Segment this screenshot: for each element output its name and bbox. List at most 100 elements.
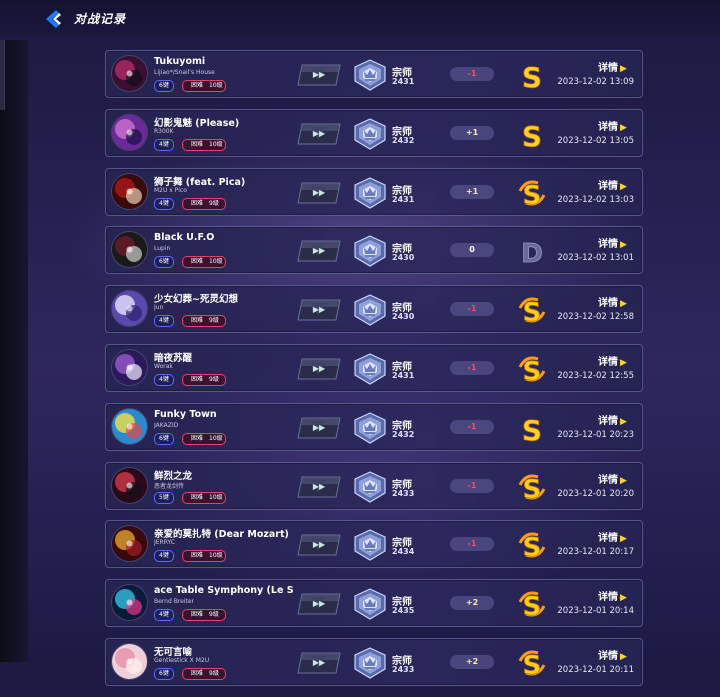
replay-button[interactable]: ▶▶ bbox=[296, 356, 342, 382]
song-artist: Worak bbox=[154, 362, 173, 370]
battle-record-row[interactable]: 狮子舞 (feat. Pica) M2U x Pico 4键 困难 9级 ▶▶ 宗师 2431… bbox=[105, 167, 643, 216]
battle-record-row[interactable]: Funky Town JAKAZID 6键 困难 10级 ▶▶ 宗师 2432 -1 S 详情 ▶ 20… bbox=[105, 402, 643, 451]
play-badge-icon: ▶▶ bbox=[296, 476, 342, 504]
svg-text:S: S bbox=[522, 61, 542, 91]
score-change-badge: -1 bbox=[450, 419, 494, 434]
rank-score: 2433 bbox=[392, 488, 415, 498]
detail-link[interactable]: 详情 ▶ bbox=[598, 529, 627, 544]
song-cover-image bbox=[112, 173, 147, 209]
battle-record-row[interactable]: Black U.F.O Lupin 6键 困难 10级 ▶▶ 宗师 2430 0 D 详情 ▶ 2023… bbox=[105, 226, 643, 275]
match-datetime: 2023-12-01 20:23 bbox=[557, 429, 634, 440]
detail-link[interactable]: 详情 ▶ bbox=[598, 588, 627, 603]
replay-button[interactable]: ▶▶ bbox=[296, 532, 342, 558]
side-panel-edge bbox=[0, 40, 5, 110]
replay-button[interactable]: ▶▶ bbox=[296, 121, 342, 147]
svg-text:S: S bbox=[523, 357, 542, 385]
detail-link[interactable]: 详情 ▶ bbox=[598, 235, 627, 250]
song-artist: Lupin bbox=[154, 245, 171, 253]
difficulty-name: 困难 bbox=[191, 611, 204, 619]
svg-text:S: S bbox=[522, 120, 542, 150]
match-datetime: 2023-12-02 13:09 bbox=[557, 77, 634, 87]
replay-button[interactable]: ▶▶ bbox=[296, 62, 342, 88]
detail-label: 详情 bbox=[598, 239, 618, 251]
detail-link[interactable]: 详情 ▶ bbox=[598, 294, 627, 309]
song-cover-image bbox=[112, 526, 147, 562]
rank-score: 2432 bbox=[392, 135, 415, 145]
detail-label: 详情 bbox=[598, 356, 618, 368]
battle-record-row[interactable]: 幻影鬼魅 (Please) R300K 4键 困难 10级 ▶▶ 宗师 2432 +1 S 详情 ▶ 2… bbox=[105, 108, 643, 157]
song-artist: JERRYC bbox=[154, 539, 176, 547]
difficulty-badge: 困难 10级 bbox=[182, 491, 226, 504]
rank-score: 2431 bbox=[392, 370, 415, 380]
svg-text:S: S bbox=[523, 533, 542, 561]
page-title: 对战记录 bbox=[74, 12, 127, 26]
rank-score: 2434 bbox=[392, 547, 415, 557]
replay-button[interactable]: ▶▶ bbox=[296, 591, 342, 617]
rank-shield-icon bbox=[352, 470, 388, 503]
battle-record-row[interactable]: 暗夜苏醒 Worak 4键 困难 9级 ▶▶ 宗师 2431 -1 S 详情 ▶ 2023-12-02 … bbox=[105, 343, 643, 392]
battle-record-row[interactable]: 鲜烈之龙 恶者龙剑传 5键 困难 10级 ▶▶ 宗师 2433 -1 S 详情 ▶ 2023-12-01… bbox=[105, 461, 643, 510]
detail-link[interactable]: 详情 ▶ bbox=[598, 353, 627, 368]
song-title: 幻影鬼魅 (Please) bbox=[154, 117, 240, 129]
play-arrow-icon: ▶ bbox=[620, 357, 627, 368]
key-mode-badge: 6键 bbox=[154, 432, 174, 445]
battle-record-row[interactable]: Tukuyomi Lijiao*/Snail's House 6键 困难 10级 ▶▶ 宗师… bbox=[105, 50, 643, 98]
battle-record-row[interactable]: ace Table Symphony (Le Shuuk ReBernd Bre… bbox=[105, 579, 643, 628]
detail-link[interactable]: 详情 ▶ bbox=[598, 647, 627, 662]
play-badge-icon: ▶▶ bbox=[296, 593, 342, 621]
difficulty-name: 困难 bbox=[191, 375, 204, 383]
key-mode-badge: 6键 bbox=[154, 256, 174, 269]
song-cover-image bbox=[112, 114, 147, 150]
battle-record-row[interactable]: 亲爱的莫扎特 (Dear Mozart) JERRYC 4键 困难 10级 ▶▶ 宗师 243… bbox=[105, 520, 643, 569]
song-title: 狮子舞 (feat. Pica) bbox=[154, 176, 246, 188]
svg-text:▶▶: ▶▶ bbox=[313, 599, 326, 608]
battle-record-row[interactable]: 少女幻葬~死灵幻想 Jun 4键 困难 9级 ▶▶ 宗师 2430 -1 S 详情 ▶ 2023-12-… bbox=[105, 285, 643, 334]
replay-button[interactable]: ▶▶ bbox=[296, 238, 342, 264]
detail-link[interactable]: 详情 ▶ bbox=[598, 59, 627, 74]
difficulty-level: 10级 bbox=[209, 258, 223, 266]
detail-link[interactable]: 详情 ▶ bbox=[598, 412, 627, 427]
difficulty-name: 困难 bbox=[191, 317, 204, 325]
detail-label: 详情 bbox=[598, 592, 618, 604]
back-button[interactable] bbox=[42, 8, 64, 30]
replay-button[interactable]: ▶▶ bbox=[296, 180, 342, 206]
replay-button[interactable]: ▶▶ bbox=[296, 650, 342, 676]
difficulty-badge: 困难 9级 bbox=[182, 373, 226, 386]
rank-shield-icon bbox=[352, 235, 388, 268]
song-title: ace Table Symphony (Le Shuuk Re bbox=[154, 585, 294, 597]
difficulty-name: 困难 bbox=[191, 552, 204, 560]
grade-s-icon: S bbox=[516, 529, 548, 564]
song-cover-image bbox=[112, 643, 147, 679]
play-badge-icon: ▶▶ bbox=[296, 240, 342, 268]
key-mode-badge: 4键 bbox=[154, 138, 174, 151]
detail-link[interactable]: 详情 ▶ bbox=[598, 471, 627, 486]
detail-label: 详情 bbox=[598, 121, 618, 133]
svg-text:S: S bbox=[523, 298, 542, 326]
replay-button[interactable]: ▶▶ bbox=[296, 415, 342, 441]
rank-score: 2432 bbox=[392, 429, 415, 439]
rank-shield-icon bbox=[352, 588, 388, 620]
detail-link[interactable]: 详情 ▶ bbox=[598, 118, 627, 133]
difficulty-badge: 困难 10级 bbox=[182, 138, 226, 151]
detail-link[interactable]: 详情 ▶ bbox=[598, 177, 627, 192]
play-badge-icon: ▶▶ bbox=[296, 534, 342, 562]
detail-label: 详情 bbox=[598, 474, 618, 486]
difficulty-level: 9级 bbox=[209, 317, 219, 325]
song-title: Funky Town bbox=[154, 408, 217, 420]
side-panel bbox=[0, 40, 28, 662]
difficulty-level: 10级 bbox=[209, 82, 223, 89]
detail-label: 详情 bbox=[598, 180, 618, 192]
match-datetime: 2023-12-02 13:05 bbox=[557, 135, 634, 146]
match-datetime: 2023-12-01 20:14 bbox=[557, 606, 634, 617]
play-arrow-icon: ▶ bbox=[620, 240, 627, 251]
grade-s-icon: S bbox=[516, 59, 548, 95]
replay-button[interactable]: ▶▶ bbox=[296, 297, 342, 323]
song-cover-image bbox=[112, 467, 147, 503]
svg-text:▶▶: ▶▶ bbox=[313, 482, 326, 491]
rank-shield-icon bbox=[352, 59, 388, 91]
play-badge-icon: ▶▶ bbox=[296, 299, 342, 327]
play-badge-icon: ▶▶ bbox=[296, 123, 342, 151]
song-artist: 恶者龙剑传 bbox=[154, 482, 185, 490]
key-mode-badge: 4键 bbox=[154, 197, 174, 210]
replay-button[interactable]: ▶▶ bbox=[296, 474, 342, 500]
